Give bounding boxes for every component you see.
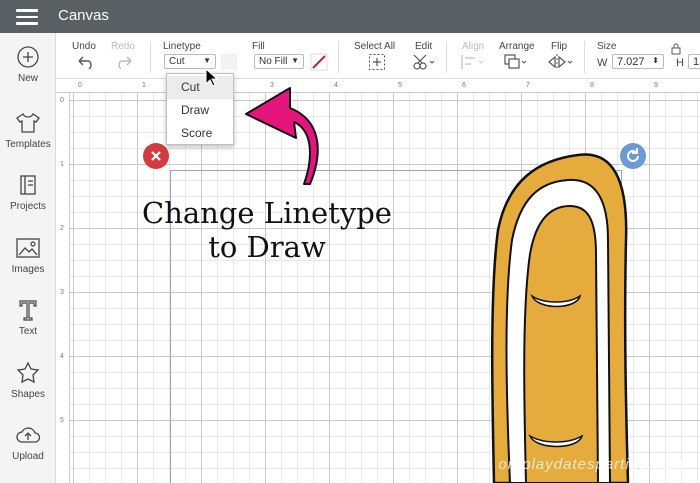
ruler-number: 0 — [78, 82, 82, 89]
shapes-icon — [16, 361, 40, 384]
sidebar-item-upload[interactable]: Upload — [0, 423, 56, 481]
sidebar-item-new[interactable]: New — [0, 45, 56, 103]
sidebar-item-shapes[interactable]: Shapes — [0, 361, 56, 419]
sidebar-item-label: Upload — [12, 451, 44, 462]
size-width-input[interactable]: 7.027 ⬍ — [612, 54, 664, 69]
selected-shape[interactable] — [478, 150, 648, 483]
size-height-input[interactable]: 1 — [688, 54, 700, 69]
lock-icon[interactable] — [671, 43, 681, 55]
select-all-icon[interactable] — [368, 53, 386, 71]
mouse-cursor-icon — [205, 68, 219, 87]
dropdown-option-draw[interactable]: Draw — [167, 99, 233, 122]
close-icon — [151, 151, 161, 161]
ruler-number: 7 — [526, 82, 530, 89]
undo-icon[interactable] — [76, 55, 96, 69]
rotate-button[interactable] — [620, 143, 646, 169]
size-height-label: H — [676, 57, 684, 69]
sidebar-item-projects[interactable]: Projects — [0, 173, 56, 231]
ruler-number: 4 — [60, 353, 64, 360]
edit-label: Edit — [415, 41, 433, 52]
ruler-number: 0 — [60, 97, 64, 104]
toolbar: Undo Redo Linetype Cut ▼ Fill No Fill ▼ Se… — [56, 33, 700, 79]
chevron-down-icon: ▼ — [203, 56, 211, 65]
edit-scissors-icon[interactable] — [412, 53, 436, 71]
ruler-number: 5 — [398, 82, 402, 89]
ruler-number: 1 — [60, 161, 64, 168]
sidebar-item-label: Projects — [9, 201, 47, 212]
ruler-number: 2 — [60, 225, 64, 232]
ruler-number: 3 — [60, 289, 64, 296]
ruler-horizontal: 0 1 2 3 4 5 6 7 8 9 — [56, 79, 700, 93]
fill-select[interactable]: No Fill ▼ — [254, 54, 304, 69]
annotation-line-1: Change Linetype — [142, 196, 392, 230]
chevron-down-icon: ▼ — [291, 56, 299, 65]
fill-label: Fill — [252, 41, 265, 52]
fill-value: No Fill — [259, 56, 288, 67]
sidebar-item-label: Text — [18, 326, 38, 337]
sidebar-item-label: Shapes — [11, 389, 45, 400]
flip-label: Flip — [551, 41, 568, 52]
tshirt-icon — [16, 113, 40, 133]
linetype-label: Linetype — [163, 41, 201, 52]
fill-color-swatch-icon[interactable] — [310, 53, 328, 71]
rotate-icon — [627, 148, 639, 162]
align-icon[interactable] — [460, 53, 486, 71]
images-icon — [16, 238, 40, 258]
size-label: Size — [597, 41, 617, 52]
ruler-number: 8 — [590, 82, 594, 89]
sidebar-item-label: Images — [11, 264, 45, 275]
delete-button[interactable] — [143, 143, 169, 169]
linetype-value: Cut — [169, 56, 185, 67]
dropdown-option-score[interactable]: Score — [167, 122, 233, 145]
plus-circle-icon — [17, 46, 39, 68]
redo-icon[interactable] — [114, 55, 134, 69]
watermark: on.playdatesparties.com — [498, 456, 684, 473]
ruler-number: 5 — [60, 417, 64, 424]
size-width-value: 7.027 — [617, 56, 645, 68]
annotation-arrow-icon — [245, 87, 319, 185]
arrange-icon[interactable] — [503, 53, 529, 71]
title-bar: Canvas — [0, 0, 700, 33]
size-height-value: 1 — [693, 56, 700, 68]
sidebar-item-templates[interactable]: Templates — [0, 111, 56, 169]
ruler-vertical: 0 1 2 3 4 5 — [56, 93, 70, 483]
align-label: Align — [462, 41, 485, 52]
sidebar-item-text[interactable]: Text — [0, 298, 56, 356]
sidebar-item-label: Templates — [5, 139, 51, 150]
undo-label: Undo — [72, 41, 96, 52]
ruler-number: 9 — [654, 82, 658, 89]
arrange-label: Arrange — [499, 41, 535, 52]
hamburger-menu-icon[interactable] — [16, 9, 38, 25]
select-all-label: Select All — [354, 41, 396, 52]
dropdown-option-cut[interactable]: Cut — [167, 76, 233, 99]
app-title: Canvas — [58, 7, 109, 24]
annotation-text: Change Linetype to Draw — [112, 196, 422, 264]
flip-icon[interactable] — [547, 53, 575, 71]
linetype-dropdown-menu: Cut Draw Score — [166, 73, 234, 145]
upload-cloud-icon — [16, 427, 41, 443]
linetype-select[interactable]: Cut ▼ — [164, 54, 216, 69]
linetype-color-swatch[interactable] — [221, 54, 237, 69]
stepper-icon[interactable]: ⬍ — [652, 56, 659, 65]
size-width-label: W — [597, 57, 608, 69]
sidebar-item-images[interactable]: Images — [0, 236, 56, 294]
redo-label: Redo — [111, 41, 135, 52]
text-icon — [19, 300, 37, 321]
ruler-number: 6 — [462, 82, 466, 89]
ruler-number: 1 — [142, 82, 146, 89]
sidebar: New Templates Projects Images Text Shape… — [0, 33, 56, 483]
projects-icon — [20, 175, 36, 195]
sidebar-item-label: New — [17, 73, 38, 84]
annotation-line-2: to Draw — [208, 230, 326, 264]
